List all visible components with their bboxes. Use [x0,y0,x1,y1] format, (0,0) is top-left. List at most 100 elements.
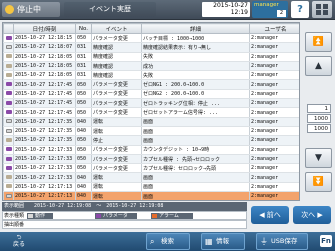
event-type-icon [3,117,14,127]
table-row[interactable]: 2015-10-27 12:17:45 050 パラメータ変更 ゼロNG2 : 200… [3,89,299,100]
cell-no: 050 [75,163,92,174]
scroll-top-button[interactable]: ⏫ [305,32,332,52]
chip-operation[interactable]: 動作 [27,213,53,219]
cell-event: パラメータ変更 [91,33,142,44]
menu-grid-icon[interactable] [312,1,332,18]
pen-event-icon [5,184,12,189]
event-type-icon [3,145,14,155]
table-row[interactable]: 2015-10-27 12:18:07 031 精度確認 精度確認結果表示：有り→無し… [3,42,299,53]
col-user: ユーザ名 [249,23,299,34]
table-row[interactable]: 2015-10-27 12:17:35 040 運転 画面 2:manager [3,126,299,137]
param-event-icon [5,100,12,105]
table-row[interactable]: 2015-10-27 12:18:05 031 精度確認 成功 2:manager [3,61,299,72]
prev-button[interactable]: ◀ 前へ [251,206,289,224]
run-status: 停止中 [2,2,60,17]
cell-detail: ゼロNG1 : 200.0→100.0 [141,79,250,90]
scroll-bottom-button[interactable]: ⏬ [305,172,332,192]
filter-type-row[interactable]: 表示種類 動作 パラメータ アラーム [2,211,247,220]
cell-detail: カウンタデジット : 10→9時 [141,145,250,155]
table-row[interactable]: 2015-10-27 12:17:35 040 運転 画面 2:manager [3,117,299,127]
usb-save-button[interactable]: ⏚ USB保存 [256,233,308,250]
cell-detail: ゼロトラッキング位相：停止 ... [141,98,250,109]
footer-bar: ⮌ 戻る ⌕ 検索 ▦ 情報 ⏚ USB保存 Fn [0,232,335,251]
event-type-icon [3,42,14,53]
cell-user: 2:manager [249,70,299,81]
table-row[interactable]: 2015-10-27 12:17:13 040 運転 画面 2:manager [3,182,299,193]
filter-sort-row[interactable]: 抽出順番 [2,220,247,229]
cell-event: 精度確認 [91,70,142,81]
event-type-icon [3,135,14,146]
cell-datetime: 2015-10-27 12:17:33 [13,145,76,155]
help-button[interactable]: ? [291,1,309,18]
cell-no: 031 [75,52,92,62]
chip-parameter-label: パラメータ [103,213,128,219]
cell-event: 運転 [91,117,142,127]
table-row[interactable]: 2015-10-27 12:17:45 050 パラメータ変更 ゼロセットアラーム信号… [3,107,299,118]
cell-detail: カプセル種得：セロロック→先頭 [141,163,250,174]
cell-detail: カプセル種得 : 先頭→セロロック [141,154,250,165]
usb-save-label: USB保存 [271,237,298,245]
cell-user: 2:manager [249,172,299,183]
table-row[interactable]: 2015-10-27 12:17:45 050 パラメータ変更 ゼロNG1 : 200… [3,79,299,90]
cell-datetime: 2015-10-27 12:17:35 [13,117,76,127]
cell-datetime: 2015-10-27 12:18:05 [13,61,76,72]
info-label: 情報 [216,237,229,245]
chip-parameter[interactable]: パラメータ [95,213,137,219]
cell-datetime: 2015-10-27 12:18:05 [13,70,76,81]
cell-detail: ゼロNG2 : 200.0→100.0 [141,89,250,100]
event-type-icon [3,98,14,109]
cell-datetime: 2015-10-27 12:17:35 [13,126,76,137]
cell-datetime: 2015-10-27 12:17:13 [13,182,76,193]
cell-datetime: 2015-10-27 12:17:35 [13,135,76,146]
table-row[interactable]: 2015-10-27 12:18:15 050 パラメータ変更 バッチ目標 : 100… [3,33,299,44]
pen-event-icon [5,54,12,59]
table-row[interactable]: 2015-10-27 12:17:33 050 パラメータ変更 カウンタデジット : … [3,145,299,155]
event-type-icon [3,33,14,44]
table-row[interactable]: 2015-10-27 12:18:05 031 精度確認 失敗 2:manager [3,70,299,81]
event-type-icon [3,154,14,165]
user-badge[interactable]: manager 2 [252,1,288,18]
next-button[interactable]: 次へ ▶ [293,206,331,224]
cell-user: 2:manager [249,98,299,109]
cell-detail: 画面 [141,182,250,193]
cell-no: 031 [75,70,92,81]
event-type-icon [3,126,14,137]
cell-no: 040 [75,117,92,127]
cell-user: 2:manager [249,154,299,165]
info-button[interactable]: ▦ 情報 [201,233,245,250]
table-row[interactable]: 2015-10-27 12:17:33 040 運転 画面 2:manager [3,172,299,183]
scroll-down-button[interactable]: ▼ [305,148,332,168]
cell-datetime: 2015-10-27 12:17:45 [13,98,76,109]
cell-datetime: 2015-10-27 12:18:15 [13,33,76,44]
cell-no: 050 [75,89,92,100]
table-row[interactable]: 2015-10-27 12:17:33 050 パラメータ変更 カプセル種得：セロロッ… [3,163,299,174]
col-detail: 詳細 [141,23,250,34]
display-range: 表示範囲 2015-10-27 12:19:08 ～ 2015-10-27 12… [2,202,247,211]
cell-no: 031 [75,61,92,72]
event-type-icon [3,107,14,118]
event-type-icon [3,89,14,100]
back-button[interactable]: ⮌ 戻る [2,232,36,251]
cell-user: 2:manager [249,89,299,100]
pen-event-icon [5,137,12,142]
table-row[interactable]: 2015-10-27 12:17:33 050 パラメータ変更 カプセル種得 : 先頭… [3,154,299,165]
clock: 2015-10-27 12:19 [202,2,250,17]
cell-datetime: 2015-10-27 12:17:13 [13,191,76,200]
cell-no: 050 [75,135,92,146]
event-type-icon [3,52,14,62]
table-row[interactable]: 2015-10-27 12:17:45 050 パラメータ変更 ゼロトラッキング位相：… [3,98,299,109]
table-row[interactable]: 2015-10-27 12:17:35 050 停止 画面 2:manager [3,135,299,146]
table-row[interactable]: 2015-10-27 12:18:05 031 精度確認 失敗 2:manager [3,52,299,62]
fn-menu-button[interactable]: Fn [320,235,332,247]
chip-alarm[interactable]: アラーム [151,213,193,219]
cell-detail: 画面 [141,191,250,200]
chip-operation-label: 動作 [35,213,46,219]
cell-no: 050 [75,79,92,90]
col-no: No. [75,23,92,34]
table-row[interactable]: 2015-10-27 12:17:13 040 運転 画面 2:manager [3,191,299,200]
event-type-icon [3,182,14,193]
search-button[interactable]: ⌕ 検索 [146,233,190,250]
cell-event: 運転 [91,191,142,200]
op-event-icon [5,119,12,124]
scroll-up-button[interactable]: ▲ [305,56,332,76]
